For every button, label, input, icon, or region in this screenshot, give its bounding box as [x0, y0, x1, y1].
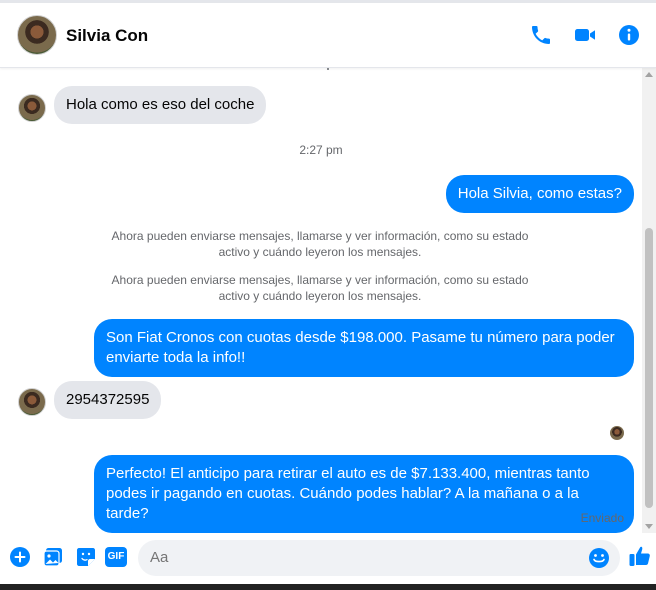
- sticker-icon[interactable]: [75, 546, 97, 568]
- info-icon[interactable]: [617, 23, 641, 47]
- contact-avatar-small[interactable]: [18, 94, 46, 122]
- message-incoming[interactable]: 2954372595: [54, 381, 162, 419]
- window-bottom-edge: [0, 584, 656, 590]
- message-input[interactable]: [150, 549, 570, 566]
- like-icon[interactable]: [628, 544, 652, 568]
- contact-name[interactable]: Silvia Con: [66, 26, 148, 46]
- gif-icon[interactable]: GIF: [105, 546, 127, 568]
- emoji-icon[interactable]: [588, 547, 610, 569]
- message-outgoing[interactable]: Son Fiat Cronos con cuotas desde $198.00…: [94, 319, 634, 377]
- system-message: Ahora pueden enviarse mensajes, llamarse…: [111, 273, 529, 303]
- message-incoming[interactable]: Hola como es eso del coche: [54, 86, 267, 124]
- message-outgoing[interactable]: Hola Silvia, como estas?: [445, 175, 634, 213]
- plus-icon[interactable]: [9, 546, 31, 568]
- phone-icon[interactable]: [529, 23, 553, 47]
- chat-header: Silvia Con: [0, 3, 656, 68]
- scroll-marker: [327, 68, 329, 70]
- message-input-box[interactable]: [138, 540, 620, 576]
- message-status: Enviado: [580, 511, 624, 525]
- scroll-up-arrow-icon[interactable]: [645, 72, 653, 77]
- read-receipt-avatar: [610, 426, 624, 440]
- system-message: Ahora pueden enviarse mensajes, llamarse…: [111, 229, 529, 259]
- message-composer: GIF: [0, 534, 656, 582]
- contact-avatar-small[interactable]: [18, 388, 46, 416]
- contact-avatar[interactable]: [17, 15, 57, 55]
- video-icon[interactable]: [573, 23, 597, 47]
- message-outgoing[interactable]: Perfecto! El anticipo para retirar el au…: [94, 455, 634, 533]
- gif-label: GIF: [105, 547, 127, 567]
- message-list[interactable]: Hola como es eso del coche 2:27 pm Hola …: [0, 68, 642, 533]
- photo-icon[interactable]: [42, 546, 64, 568]
- chat-scrollbar[interactable]: [642, 68, 656, 533]
- scroll-down-arrow-icon[interactable]: [645, 524, 653, 529]
- scroll-thumb[interactable]: [645, 228, 653, 508]
- message-timestamp: 2:27 pm: [299, 143, 343, 157]
